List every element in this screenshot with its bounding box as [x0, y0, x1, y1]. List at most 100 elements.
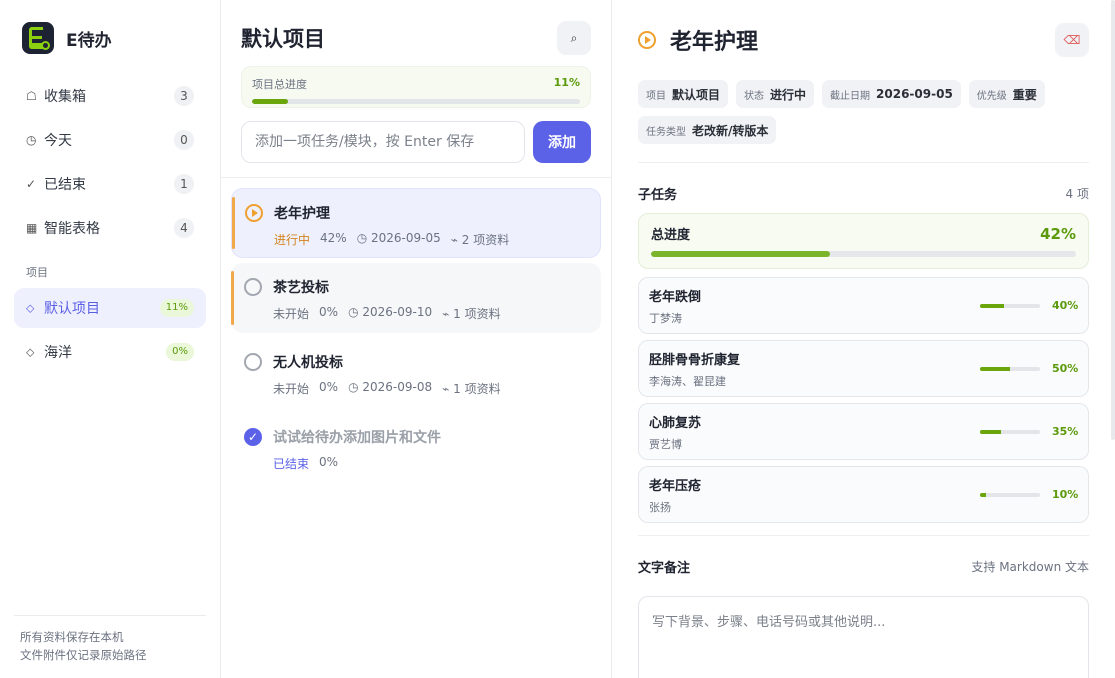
in-progress-status-icon[interactable]	[245, 204, 263, 222]
task-list-panel: 默认项目 ⌕ 项目总进度 11% 添加 老年护理 进行中	[221, 0, 612, 678]
task-properties: 项目 默认项目 状态 进行中 截止日期 2026-09-05 优先级 重要 任务类型 老改…	[638, 80, 1089, 144]
progress-badge: 0%	[166, 343, 194, 361]
sidebar-item-label: 智能表格	[44, 221, 100, 237]
subtask-item[interactable]: 老年跌倒 丁梦涛 40%	[638, 277, 1089, 334]
task-title: 试试给待办添加图片和文件	[273, 430, 441, 446]
subtask-item[interactable]: 老年压疮 张扬 10%	[638, 466, 1089, 523]
sidebar-item-today[interactable]: ◷ 今天 0	[14, 120, 206, 160]
todo-status-icon[interactable]	[244, 278, 262, 296]
total-progress-card: 总进度 42%	[638, 213, 1089, 269]
task-list-header: 默认项目 ⌕ 项目总进度 11% 添加	[221, 0, 611, 178]
sidebar-item-smart-table[interactable]: ▦ 智能表格 4	[14, 208, 206, 248]
subtask-progress-fill	[980, 366, 1010, 371]
sidebar-item-project-default[interactable]: ⬦ 默认项目 11%	[14, 288, 206, 328]
chip-project[interactable]: 项目 默认项目	[638, 80, 729, 108]
chip-key: 状态	[744, 90, 765, 102]
in-progress-status-icon[interactable]	[638, 31, 656, 49]
storage-note: 所有资料保存在本机 文件附件仅记录原始路径	[14, 615, 206, 664]
project-progress-card: 项目总进度 11%	[241, 66, 591, 108]
chip-priority[interactable]: 优先级 重要	[968, 80, 1045, 108]
clock-icon: ◷	[26, 133, 37, 147]
chip-task-type[interactable]: 任务类型 老改新/转版本	[638, 116, 777, 144]
subtask-item[interactable]: 心肺复苏 贾艺博 35%	[638, 403, 1089, 460]
subtask-owner: 贾艺博	[649, 437, 682, 451]
sidebar-item-label: 海洋	[44, 345, 72, 361]
sidebar-item-label: 已结束	[44, 177, 86, 193]
task-status: 已结束	[273, 457, 310, 471]
done-check-icon[interactable]: ✓	[244, 428, 262, 446]
subtask-item[interactable]: 胫腓骨骨折康复 李海涛、翟昆建 50%	[638, 340, 1089, 397]
task-detail-title[interactable]: 老年护理	[670, 24, 1055, 56]
task-progress: 0%	[319, 380, 339, 394]
notes-textarea[interactable]	[638, 596, 1089, 678]
task-item[interactable]: 茶艺投标 未开始 0% ◷ 2026-09-10 ⌁ 1 项资料	[231, 263, 601, 333]
delete-icon: ⌫	[1063, 33, 1081, 47]
notes-heading: 文字备注	[638, 560, 691, 576]
subtask-progress-bar	[980, 303, 1040, 308]
search-icon: ⌕	[570, 30, 578, 45]
sidebar-item-finished[interactable]: ✓ 已结束 1	[14, 164, 206, 204]
subtask-progress-fill	[980, 429, 1001, 434]
subtask-owner: 张扬	[649, 500, 671, 514]
subtasks-heading: 子任务	[638, 187, 678, 203]
chip-due-date[interactable]: 截止日期 2026-09-05	[822, 80, 961, 108]
subtask-progress-bar	[980, 366, 1040, 371]
sidebar-item-inbox[interactable]: ☖ 收集箱 3	[14, 76, 206, 116]
diamond-icon: ⬦	[26, 300, 35, 315]
count-badge: 3	[174, 86, 194, 106]
subtask-name: 心肺复苏	[649, 415, 702, 431]
task-due-date: ◷ 2026-09-05	[356, 231, 441, 245]
project-progress-bar	[252, 99, 580, 104]
chip-status[interactable]: 状态 进行中	[736, 80, 815, 108]
subtask-name: 胫腓骨骨折康复	[649, 352, 741, 368]
task-title: 老年护理	[274, 206, 330, 222]
progress-badge: 11%	[159, 299, 194, 317]
subtask-progress-fill	[980, 303, 1004, 308]
task-detail-panel: 老年护理 ⌫ 项目 默认项目 状态 进行中 截止日期 2026-09-05 优先级 重要…	[612, 0, 1115, 678]
task-due-date: ◷ 2026-09-08	[348, 380, 433, 394]
storage-note-line: 文件附件仅记录原始路径	[20, 648, 147, 662]
total-progress-value: 42%	[1040, 224, 1076, 243]
count-badge: 1	[174, 174, 194, 194]
scrollbar[interactable]	[1111, 0, 1115, 440]
app-name: E待办	[66, 30, 112, 51]
diamond-icon: ⬦	[26, 344, 35, 359]
add-task-input[interactable]	[241, 121, 525, 163]
delete-button[interactable]: ⌫	[1055, 23, 1089, 57]
subtask-progress-bar	[980, 492, 1040, 497]
total-progress-fill	[651, 251, 830, 257]
subtask-progress-value: 35%	[1052, 425, 1079, 438]
task-status: 未开始	[273, 382, 310, 396]
project-progress-fill	[252, 99, 289, 104]
task-attachments: ⌁ 2 项资料	[450, 233, 510, 247]
chip-value: 重要	[1012, 87, 1037, 102]
task-title: 无人机投标	[273, 355, 343, 371]
table-icon: ▦	[26, 221, 38, 235]
subtask-progress-fill	[980, 492, 986, 497]
subtask-owner: 李海涛、翟昆建	[649, 374, 726, 388]
projects-section-label: 项目	[26, 266, 48, 279]
project-progress-label: 项目总进度	[252, 78, 307, 91]
subtask-owner: 丁梦涛	[649, 311, 682, 325]
sidebar-item-label: 默认项目	[44, 301, 100, 317]
task-item[interactable]: 老年护理 进行中 42% ◷ 2026-09-05 ⌁ 2 项资料	[231, 188, 601, 258]
task-item[interactable]: ✓ 试试给待办添加图片和文件 已结束 0%	[231, 413, 601, 483]
chip-key: 截止日期	[830, 90, 871, 102]
subtask-name: 老年跌倒	[649, 289, 702, 305]
task-item[interactable]: 无人机投标 未开始 0% ◷ 2026-09-08 ⌁ 1 项资料	[231, 338, 601, 408]
task-progress: 0%	[319, 455, 339, 469]
search-button[interactable]: ⌕	[557, 21, 591, 55]
task-title: 茶艺投标	[273, 280, 329, 296]
todo-status-icon[interactable]	[244, 353, 262, 371]
task-status: 进行中	[274, 233, 311, 247]
storage-note-line: 所有资料保存在本机	[20, 630, 124, 644]
task-due-date: ◷ 2026-09-10	[348, 305, 433, 319]
page-title: 默认项目	[241, 27, 325, 51]
sidebar-item-project-ocean[interactable]: ⬦ 海洋 0%	[14, 332, 206, 372]
add-task-button[interactable]: 添加	[533, 121, 591, 163]
subtask-progress-value: 40%	[1052, 299, 1079, 312]
task-progress: 0%	[319, 305, 339, 319]
chip-value: 2026-09-05	[876, 87, 953, 101]
subtask-progress-value: 50%	[1052, 362, 1079, 375]
chip-value: 默认项目	[672, 87, 721, 102]
